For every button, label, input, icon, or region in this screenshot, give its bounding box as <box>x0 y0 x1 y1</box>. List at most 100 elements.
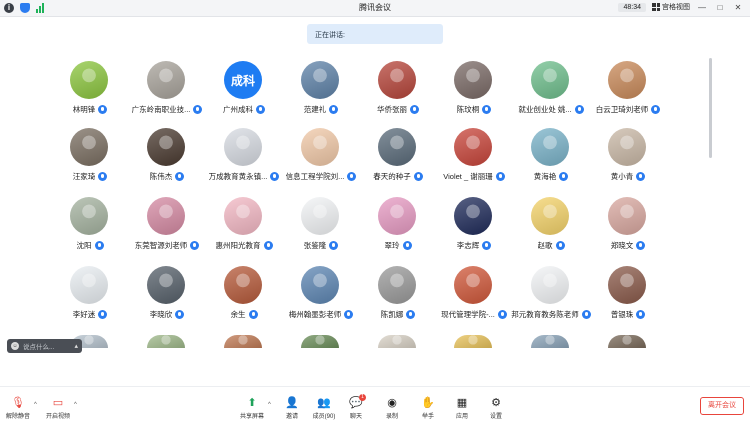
participant-name: 李好迷 <box>72 309 96 319</box>
participant-tile[interactable]: 郑晓文 <box>578 197 678 257</box>
avatar <box>454 197 492 235</box>
avatar <box>608 61 646 99</box>
participant-tile[interactable]: 白云卫琦刘老师 <box>578 61 678 121</box>
members-icon: 👥 <box>317 397 331 409</box>
avatar <box>224 335 262 348</box>
avatar <box>147 128 185 166</box>
participant-name: 华侨张丽 <box>377 104 407 114</box>
avatar <box>608 266 646 304</box>
raise-hand-label: 举手 <box>421 414 434 420</box>
chevron-up-icon[interactable]: ^ <box>74 402 77 408</box>
grid-view-button[interactable]: 宫格视图 <box>652 2 690 12</box>
participant-name: 信息工程学院刘... <box>285 171 345 181</box>
avatar <box>454 61 492 99</box>
avatar <box>454 266 492 304</box>
participant-tile[interactable]: 曾银珠 <box>578 266 678 326</box>
share-screen-button[interactable]: ⬆ 共享屏幕 <box>236 397 268 420</box>
mic-icon <box>98 104 108 114</box>
avatar <box>531 197 569 235</box>
avatar-text: 成科 <box>230 73 255 88</box>
participant-nameline: 郑晓文 <box>578 239 678 251</box>
unmute-button[interactable]: 🎙 解除静音 <box>2 397 34 420</box>
speaking-indicator: 正在讲话: <box>307 24 443 44</box>
avatar <box>147 61 185 99</box>
chevron-up-icon[interactable]: ^ <box>34 402 37 408</box>
chevron-up-icon[interactable]: ▴ <box>74 342 78 350</box>
chat-button[interactable]: 💬 1 聊天 <box>340 394 372 420</box>
chevron-up-icon[interactable]: ^ <box>268 402 271 408</box>
members-button[interactable]: 👥 成员(90) <box>308 397 340 420</box>
participant-name: 曾银珠 <box>610 309 634 319</box>
avatar <box>224 266 262 304</box>
avatar <box>70 61 108 99</box>
chat-placeholder: 说点什么... <box>23 344 55 351</box>
chat-quick-input[interactable]: ☺ 说点什么... ▴ <box>7 339 82 353</box>
participant-name: 赵歌 <box>537 240 553 250</box>
avatar <box>70 266 108 304</box>
participant-name: 陈伟杰 <box>149 171 173 181</box>
avatar <box>378 266 416 304</box>
participant-nameline: 白云卫琦刘老师 <box>578 103 678 115</box>
mic-muted-icon: 🎙 <box>11 397 25 409</box>
participant-name: 白云卫琦刘老师 <box>595 104 649 114</box>
mic-icon <box>555 240 565 250</box>
participant-name: 余生 <box>230 309 246 319</box>
participant-name: 万成教育黄永镇... <box>208 171 268 181</box>
avatar <box>147 197 185 235</box>
leave-meeting-button[interactable]: 离开会议 <box>700 397 744 415</box>
emoji-icon[interactable]: ☺ <box>11 342 19 350</box>
grid-view-label: 宫格视图 <box>662 4 690 11</box>
record-button[interactable]: ◉ 录制 <box>376 397 408 420</box>
avatar <box>224 197 262 235</box>
mic-icon <box>98 171 108 181</box>
mic-icon <box>175 171 185 181</box>
avatar <box>608 197 646 235</box>
participant-name: 就业创业处 姚... <box>518 104 572 114</box>
record-icon: ◉ <box>387 397 397 409</box>
mic-icon <box>559 171 569 181</box>
grid-scrollbar[interactable] <box>709 58 712 158</box>
participant-name: 郑晓文 <box>610 240 634 250</box>
mic-icon <box>636 240 646 250</box>
avatar <box>147 266 185 304</box>
mic-icon <box>329 104 339 114</box>
start-video-label: 开启视频 <box>45 414 70 420</box>
maximize-button[interactable]: □ <box>714 3 726 12</box>
start-video-button[interactable]: ▭ 开启视频 <box>42 397 74 420</box>
avatar <box>378 197 416 235</box>
mic-icon <box>175 309 185 319</box>
avatar <box>70 128 108 166</box>
participant-name: 汪家琦 <box>72 171 96 181</box>
raise-hand-button[interactable]: ✋ 举手 <box>412 397 444 420</box>
mic-icon <box>98 309 108 319</box>
participant-tile[interactable]: 黄小青 <box>578 128 678 188</box>
mic-icon <box>248 309 258 319</box>
avatar <box>301 61 339 99</box>
apps-button[interactable]: ▦ 应用 <box>446 397 478 420</box>
participant-name: 陈玟桐 <box>456 104 480 114</box>
minimize-button[interactable]: — <box>696 3 708 12</box>
participant-name: 黄海艳 <box>533 171 557 181</box>
participant-name: 东莞智源刘老师 <box>134 240 188 250</box>
mic-icon <box>482 104 492 114</box>
chat-badge: 1 <box>359 394 366 401</box>
avatar <box>301 128 339 166</box>
video-off-icon: ▭ <box>52 397 64 409</box>
mic-icon <box>410 104 419 114</box>
avatar <box>301 266 339 304</box>
mic-icon <box>94 240 104 250</box>
participant-name: 范建礼 <box>303 104 327 114</box>
settings-button[interactable]: ⚙ 设置 <box>480 397 512 420</box>
participant-name: 张鉴隆 <box>303 240 327 250</box>
share-screen-label: 共享屏幕 <box>239 414 264 420</box>
close-button[interactable]: ✕ <box>732 3 744 12</box>
avatar <box>378 128 416 166</box>
chat-icon: 💬 <box>349 397 363 409</box>
avatar <box>531 335 569 348</box>
mic-icon <box>413 171 423 181</box>
title-bar: i 腾讯会议 48:34 宫格视图 — □ ✕ <box>0 0 750 17</box>
meeting-timer: 48:34 <box>618 2 646 12</box>
invite-button[interactable]: 👤 邀请 <box>276 397 308 420</box>
avatar <box>608 335 646 348</box>
avatar <box>454 335 492 348</box>
